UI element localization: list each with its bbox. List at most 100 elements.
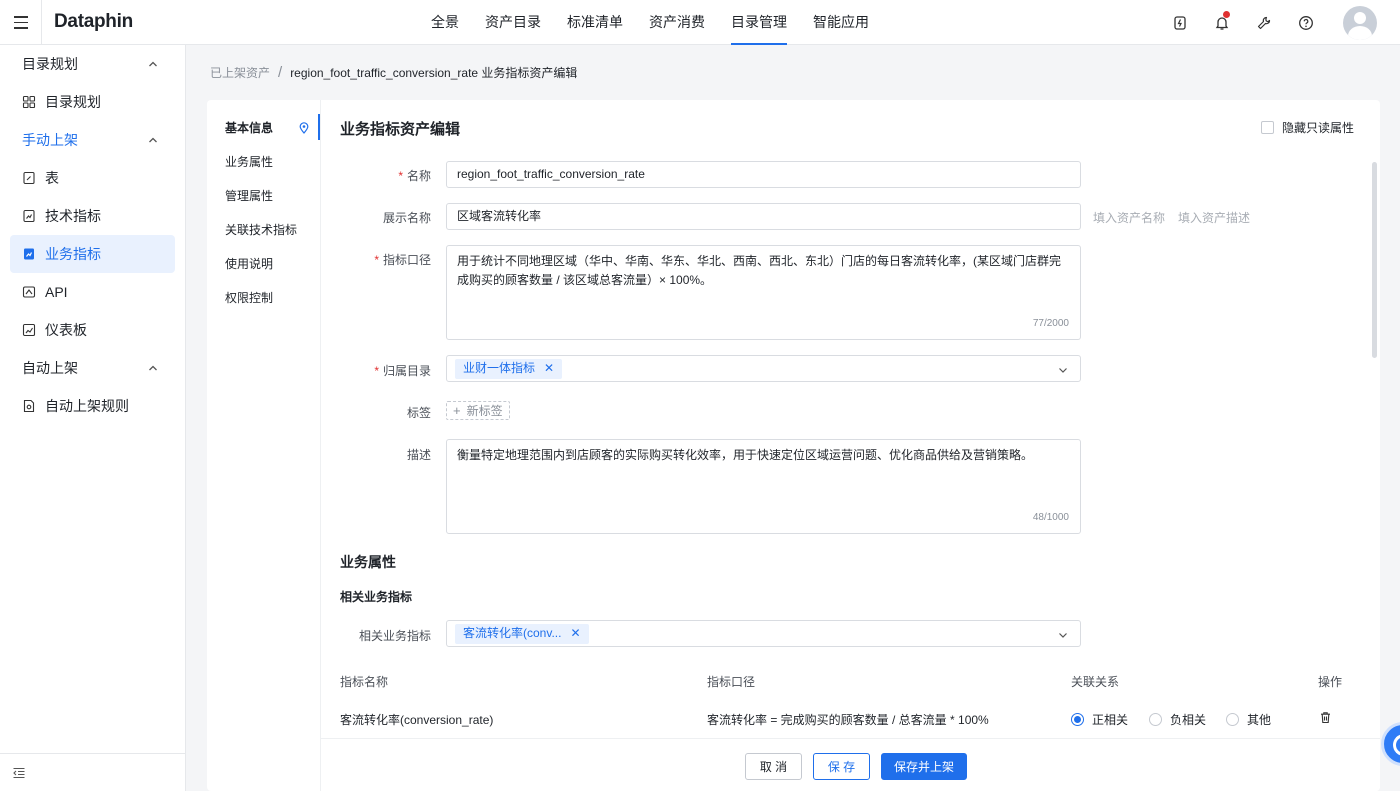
chevron-up-icon bbox=[149, 61, 157, 67]
caliber-label: * 指标口径 bbox=[374, 253, 431, 267]
name-field[interactable]: region_foot_traffic_conversion_rate bbox=[446, 161, 1081, 188]
sidebar-group-auto[interactable]: 自动上架 bbox=[0, 349, 185, 387]
task-icon[interactable] bbox=[1159, 0, 1201, 45]
radio-negative[interactable]: 负相关 bbox=[1149, 711, 1206, 728]
grid-icon bbox=[22, 95, 36, 109]
hide-readonly-checkbox[interactable]: 隐藏只读属性 bbox=[1260, 119, 1354, 136]
form-title: 业务指标资产编辑 bbox=[340, 121, 461, 138]
chevron-down-icon bbox=[1059, 633, 1067, 638]
anchor-active-marker bbox=[318, 114, 320, 140]
anchor-basic-info[interactable]: 基本信息 bbox=[207, 111, 320, 145]
anchor-permission[interactable]: 权限控制 bbox=[207, 281, 320, 315]
cancel-button[interactable]: 取 消 bbox=[745, 753, 802, 780]
sidebar-item-label: 业务指标 bbox=[45, 246, 101, 262]
sidebar: 目录规划 目录规划 手动上架 表 技术指标 业务指标 API 仪表板 自动上架 … bbox=[0, 45, 186, 791]
tag-close-icon[interactable]: ✕ bbox=[544, 356, 554, 381]
anchor-biz-attr[interactable]: 业务属性 bbox=[207, 145, 320, 179]
fill-asset-desc-link[interactable]: 填入资产描述 bbox=[1178, 209, 1250, 226]
checkbox-box bbox=[1260, 121, 1274, 134]
breadcrumb-parent[interactable]: 已上架资产 bbox=[210, 64, 270, 81]
anchor-mgmt-attr[interactable]: 管理属性 bbox=[207, 179, 320, 213]
row-metric-name: 客流转化率(conversion_rate) bbox=[340, 713, 494, 727]
radio-positive[interactable]: 正相关 bbox=[1071, 711, 1128, 728]
checkbox-label: 隐藏只读属性 bbox=[1281, 121, 1354, 135]
sidebar-item-biz-metric[interactable]: 业务指标 bbox=[10, 235, 175, 273]
assistant-float-button[interactable] bbox=[1381, 722, 1400, 766]
save-and-publish-button[interactable]: 保存并上架 bbox=[881, 753, 967, 780]
sidebar-group-label: 自动上架 bbox=[22, 360, 78, 376]
chevron-up-icon bbox=[149, 365, 157, 371]
catalog-select[interactable]: 业财一体指标 ✕ bbox=[446, 355, 1081, 382]
anchor-usage[interactable]: 使用说明 bbox=[207, 247, 320, 281]
anchor-nav: 基本信息 业务属性 管理属性 关联技术指标 使用说明 权限控制 bbox=[207, 100, 321, 791]
col-relation: 关联关系 bbox=[1071, 675, 1120, 689]
name-label: * 名称 bbox=[398, 169, 431, 183]
row-caliber: 客流转化率 = 完成购买的顾客数量 / 总客流量 * 100% bbox=[707, 713, 989, 727]
display-name-label: 展示名称 bbox=[382, 211, 431, 225]
edit-card: 基本信息 业务属性 管理属性 关联技术指标 使用说明 权限控制 业务指标资产编辑… bbox=[207, 100, 1380, 791]
trash-icon[interactable] bbox=[1319, 711, 1332, 724]
app-logo[interactable]: Dataphin bbox=[54, 11, 133, 33]
save-button[interactable]: 保 存 bbox=[813, 753, 870, 780]
catalog-tag: 业财一体指标 ✕ bbox=[455, 356, 563, 381]
avatar[interactable] bbox=[1343, 5, 1377, 40]
collapse-sidebar-button[interactable] bbox=[0, 753, 185, 791]
topnav-standard-list[interactable]: 标准清单 bbox=[554, 0, 636, 45]
anchor-related-tech[interactable]: 关联技术指标 bbox=[207, 213, 320, 247]
catalog-label: * 归属目录 bbox=[374, 364, 431, 378]
related-metric-select[interactable]: 客流转化率(conv... ✕ bbox=[446, 620, 1081, 647]
sidebar-item-label: 表 bbox=[45, 170, 59, 186]
new-tag-button[interactable]: + 新标签 bbox=[446, 401, 510, 420]
chevron-down-icon bbox=[1059, 368, 1067, 373]
caliber-textarea[interactable]: 用于统计不同地理区域（华中、华南、华东、华北、西南、西北、东北）门店的每日客流转… bbox=[446, 245, 1081, 340]
bell-icon[interactable] bbox=[1201, 0, 1243, 45]
sidebar-item-auto-rule[interactable]: 自动上架规则 bbox=[10, 387, 175, 425]
menu-toggle-icon[interactable] bbox=[0, 0, 42, 45]
location-pin-icon bbox=[299, 122, 309, 134]
col-metric-name: 指标名称 bbox=[340, 675, 389, 689]
caliber-char-count: 77/2000 bbox=[1032, 318, 1069, 329]
desc-text: 衡量特定地理范围内到店顾客的实际购买转化效率，用于快速定位区域运营问题、优化商品… bbox=[457, 448, 1034, 462]
sidebar-item-table[interactable]: 表 bbox=[10, 159, 175, 197]
sidebar-item-dashboard[interactable]: 仪表板 bbox=[10, 311, 175, 349]
radio-circle bbox=[1149, 713, 1162, 726]
form-area: 业务指标资产编辑 隐藏只读属性 * 名称 region_foot_traffic_… bbox=[321, 100, 1380, 738]
sidebar-item-catalog-plan[interactable]: 目录规划 bbox=[10, 83, 175, 121]
rule-doc-icon bbox=[23, 399, 35, 413]
topnav-overview[interactable]: 全景 bbox=[418, 0, 472, 45]
breadcrumb: 已上架资产 / region_foot_traffic_conversion_r… bbox=[210, 64, 577, 81]
fill-asset-name-link[interactable]: 填入资产名称 bbox=[1093, 209, 1165, 226]
help-icon[interactable] bbox=[1285, 0, 1327, 45]
desc-char-count: 48/1000 bbox=[1032, 512, 1069, 523]
sidebar-item-api[interactable]: API bbox=[10, 273, 175, 311]
desc-textarea[interactable]: 衡量特定地理范围内到店顾客的实际购买转化效率，用于快速定位区域运营问题、优化商品… bbox=[446, 439, 1081, 534]
topnav-smart-apps[interactable]: 智能应用 bbox=[800, 0, 882, 45]
sidebar-group-manual[interactable]: 手动上架 bbox=[0, 121, 185, 159]
notification-dot bbox=[1223, 11, 1230, 18]
sidebar-item-label: 技术指标 bbox=[45, 208, 101, 224]
sidebar-item-tech-metric[interactable]: 技术指标 bbox=[10, 197, 175, 235]
top-nav: 全景 资产目录 标准清单 资产消费 目录管理 智能应用 bbox=[418, 0, 882, 45]
sidebar-item-label: API bbox=[45, 284, 68, 300]
radio-circle bbox=[1226, 713, 1239, 726]
topnav-asset-consumption[interactable]: 资产消费 bbox=[636, 0, 718, 45]
related-metric-tag: 客流转化率(conv... ✕ bbox=[455, 621, 589, 646]
sidebar-group-label: 手动上架 bbox=[22, 132, 78, 148]
col-caliber: 指标口径 bbox=[707, 675, 756, 689]
tags-label: 标签 bbox=[406, 406, 431, 420]
wrench-icon[interactable] bbox=[1243, 0, 1285, 45]
biz-attr-section-title: 业务属性 bbox=[340, 554, 396, 570]
sidebar-item-label: 目录规划 bbox=[45, 94, 101, 110]
radio-other[interactable]: 其他 bbox=[1226, 711, 1271, 728]
col-ops: 操作 bbox=[1318, 675, 1343, 689]
sidebar-group-label: 目录规划 bbox=[22, 56, 78, 72]
desc-label: 描述 bbox=[406, 448, 431, 462]
display-name-field[interactable]: 区域客流转化率 bbox=[446, 203, 1081, 230]
sidebar-item-label: 自动上架规则 bbox=[45, 398, 129, 414]
topnav-catalog-management[interactable]: 目录管理 bbox=[718, 0, 800, 45]
topnav-asset-catalog[interactable]: 资产目录 bbox=[472, 0, 554, 45]
sidebar-group-catalog-plan[interactable]: 目录规划 bbox=[0, 45, 185, 83]
tag-close-icon[interactable]: ✕ bbox=[570, 621, 580, 646]
related-biz-metric-subtitle: 相关业务指标 bbox=[340, 590, 413, 604]
form-scrollbar[interactable] bbox=[1372, 162, 1377, 358]
